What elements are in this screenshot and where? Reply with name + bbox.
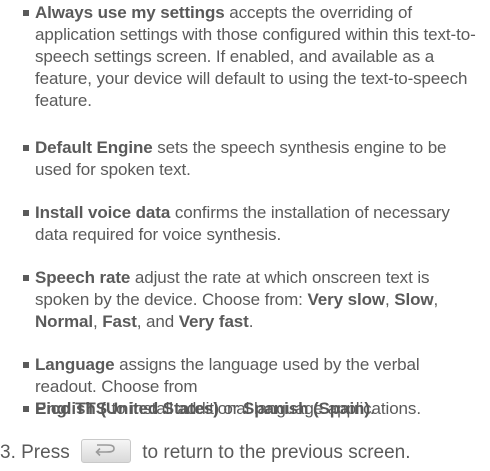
description-pico-tts: to install additional language applicati… (106, 399, 422, 418)
separator: , (92, 312, 103, 331)
option-normal: Normal (35, 312, 93, 331)
list-item-default-engine: Default Engine sets the speech synthesis… (23, 137, 485, 181)
period: . (248, 312, 254, 331)
separator: , (433, 290, 439, 309)
list-item-install-voice-data: Install voice data confirms the installa… (23, 202, 485, 246)
step-text-after: to return to the previous screen. (136, 442, 411, 464)
bullet-square-icon (23, 406, 29, 412)
option-very-fast: Very fast (178, 312, 249, 331)
bullet-square-icon (23, 362, 29, 368)
term-language: Language (35, 355, 115, 374)
option-very-slow: Very slow (307, 290, 385, 309)
term-speech-rate: Speech rate (35, 268, 131, 287)
list-item-speech-rate: Speech rate adjust the rate at which ons… (23, 267, 485, 333)
term-default-engine: Default Engine (35, 138, 153, 157)
back-arrow-icon (95, 444, 115, 457)
bullet-square-icon (23, 145, 29, 151)
option-slow: Slow (394, 290, 434, 309)
option-fast: Fast (102, 312, 137, 331)
manual-page: Always use my settings accepts the overr… (0, 0, 490, 471)
bullet-square-icon (23, 10, 29, 16)
list-item-always-use-my-settings: Always use my settings accepts the overr… (23, 2, 485, 112)
back-button[interactable] (80, 439, 131, 463)
separator: , (384, 290, 395, 309)
list-item-pico-tts: Pico TTS to install additional language … (23, 398, 485, 420)
step-number: 3. (0, 442, 16, 464)
bullet-square-icon (23, 210, 29, 216)
step-text-before: Press (15, 442, 75, 464)
bullet-square-icon (23, 275, 29, 281)
step-3: 3. Press to return to the previous scree… (0, 439, 411, 465)
term-install-voice-data: Install voice data (35, 203, 171, 222)
separator-and: , and (136, 312, 179, 331)
term-pico-tts: Pico TTS (35, 399, 107, 418)
term-always-use-my-settings: Always use my settings (35, 3, 225, 22)
